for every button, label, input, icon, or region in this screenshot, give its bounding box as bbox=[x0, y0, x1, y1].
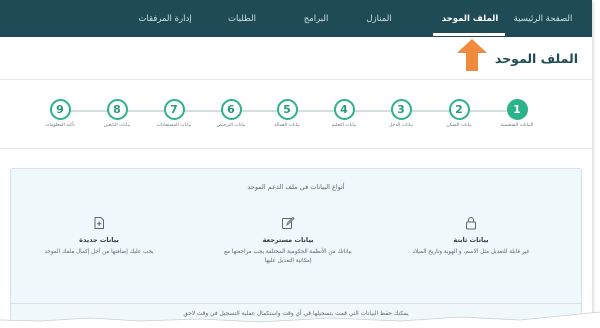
step-label: البيانات الشخصية bbox=[500, 123, 534, 128]
info-description: بياناتك من الأنظمة الحكومية المختلفة يجب… bbox=[198, 248, 378, 266]
torn-edge-decoration bbox=[0, 311, 600, 328]
divider bbox=[0, 148, 592, 149]
divider bbox=[0, 79, 592, 80]
step-number: 8 bbox=[106, 99, 128, 120]
step-label: بيانات الدخل bbox=[389, 123, 413, 128]
step-6[interactable]: 6 بيانات الترخيص bbox=[201, 99, 261, 128]
step-9[interactable]: 9 تأكيد المعلومات bbox=[30, 99, 90, 128]
step-number: 9 bbox=[49, 99, 71, 120]
fixed-data-info: بيانات ثابتة غير قابلة للتعديل مثل الاسم… bbox=[381, 216, 561, 257]
top-navigation: الصفحة الرئيسية الملف الموحد المنازل الب… bbox=[0, 0, 592, 37]
step-label: بيانات السكن bbox=[446, 123, 472, 128]
step-4[interactable]: 4 بيانات التعليم bbox=[314, 99, 374, 128]
step-number: 7 bbox=[163, 99, 185, 120]
info-description: غير قابلة للتعديل مثل الاسم، و الهوية وت… bbox=[412, 249, 530, 255]
step-number: 1 bbox=[506, 99, 528, 120]
step-label: بيانات الترخيص bbox=[216, 123, 246, 128]
info-heading: بيانات جديدة bbox=[79, 236, 119, 244]
step-7[interactable]: 7 بيانات المستفادات bbox=[144, 99, 204, 128]
arrow-up-icon bbox=[457, 39, 487, 71]
step-label: بيانات العمالة bbox=[274, 123, 300, 128]
nav-attachments[interactable]: إدارة المرفقات bbox=[138, 0, 191, 37]
nav-requests[interactable]: الطلبات bbox=[228, 0, 256, 37]
info-description-line: إمكانية التعديل عليها bbox=[264, 258, 312, 264]
info-heading: بيانات ثابتة bbox=[453, 236, 489, 244]
step-number: 2 bbox=[448, 99, 470, 120]
info-description-line: بياناتك من الأنظمة الحكومية المختلفة يجب… bbox=[224, 249, 352, 255]
step-number: 3 bbox=[390, 99, 412, 120]
panel-title: أنواع البيانات في ملف الدعم الموحد bbox=[247, 183, 345, 191]
new-file-icon bbox=[94, 217, 104, 229]
step-label: بيانات التعليم bbox=[331, 123, 357, 128]
info-description: يجب عليك إضافتها من أجل إكمال ملفك الموح… bbox=[44, 249, 154, 255]
step-label: تأكيد المعلومات bbox=[45, 123, 75, 128]
step-label: بيانات المستفادات bbox=[156, 123, 192, 128]
page-frame: الصفحة الرئيسية الملف الموحد المنازل الب… bbox=[0, 0, 592, 322]
new-data-info: بيانات جديدة يجب عليك إضافتها من أجل إكم… bbox=[9, 216, 189, 257]
nav-home[interactable]: الصفحة الرئيسية bbox=[514, 0, 573, 37]
step-label: بيانات التابعين bbox=[103, 123, 131, 128]
page-title: الملف الموحد bbox=[494, 51, 578, 66]
step-3[interactable]: 3 بيانات الدخل bbox=[371, 99, 431, 128]
data-types-panel: أنواع البيانات في ملف الدعم الموحد بيانا… bbox=[10, 168, 582, 322]
lock-icon bbox=[466, 217, 476, 230]
step-number: 5 bbox=[276, 99, 298, 120]
nav-programs[interactable]: البرامج bbox=[304, 0, 329, 37]
nav-homes[interactable]: المنازل bbox=[366, 0, 391, 37]
divider bbox=[11, 303, 581, 304]
nav-active-indicator bbox=[433, 33, 505, 36]
step-1[interactable]: 1 البيانات الشخصية bbox=[487, 99, 547, 128]
step-number: 6 bbox=[220, 99, 242, 120]
step-2[interactable]: 2 بيانات السكن bbox=[429, 99, 489, 128]
step-5[interactable]: 5 بيانات العمالة bbox=[257, 99, 317, 128]
step-number: 4 bbox=[333, 99, 355, 120]
nav-unified-file[interactable]: الملف الموحد bbox=[442, 0, 499, 37]
retrieved-data-info: بيانات مسترجعة بياناتك من الأنظمة الحكوم… bbox=[198, 216, 378, 266]
info-heading: بيانات مسترجعة bbox=[262, 236, 314, 244]
edit-icon bbox=[282, 216, 295, 229]
step-8[interactable]: 8 بيانات التابعين bbox=[87, 99, 147, 128]
